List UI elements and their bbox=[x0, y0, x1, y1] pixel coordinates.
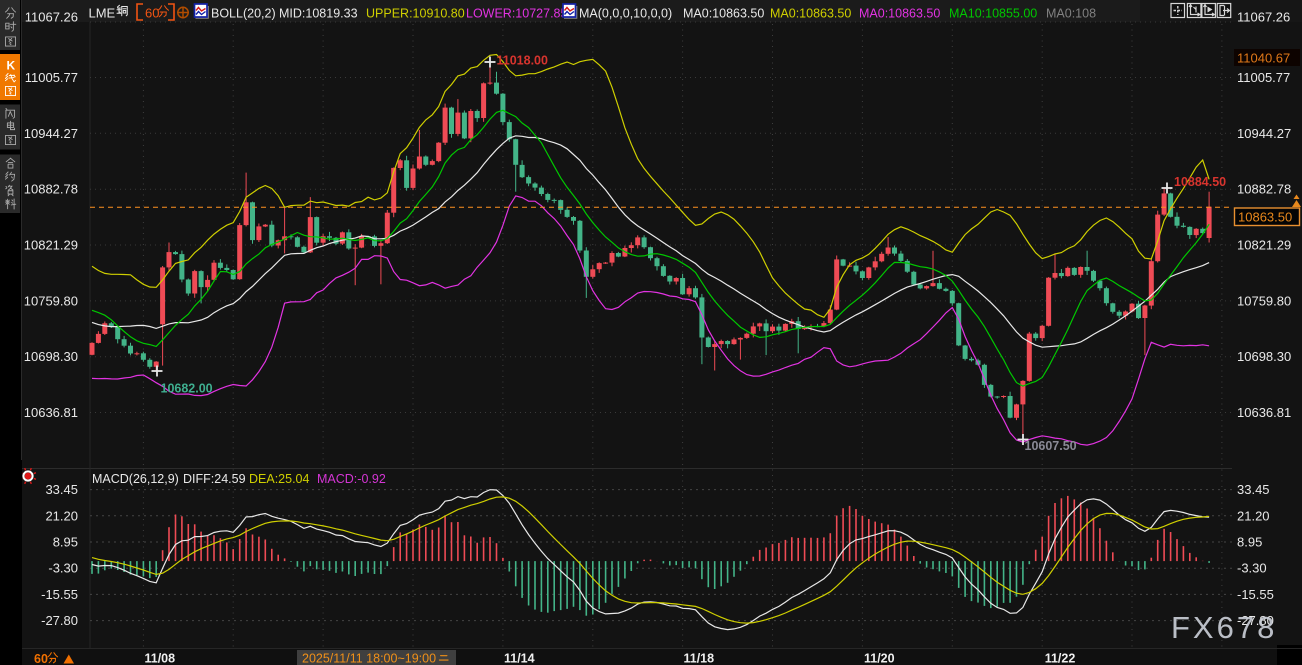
svg-text:11018.00: 11018.00 bbox=[497, 54, 548, 68]
svg-text:10636.81: 10636.81 bbox=[24, 405, 78, 420]
svg-text:10698.30: 10698.30 bbox=[24, 349, 78, 364]
svg-text:10863.50: 10863.50 bbox=[1238, 210, 1292, 225]
svg-text:MA0:108: MA0:108 bbox=[1046, 7, 1096, 21]
svg-text:10636.81: 10636.81 bbox=[1237, 405, 1291, 420]
svg-text:FX678: FX678 bbox=[1171, 610, 1277, 645]
svg-text:K: K bbox=[6, 59, 15, 73]
svg-text:LME: LME bbox=[89, 6, 116, 21]
svg-text:DEA:25.04: DEA:25.04 bbox=[249, 472, 310, 486]
svg-text:MID:10819.33: MID:10819.33 bbox=[279, 7, 358, 21]
svg-text:21.20: 21.20 bbox=[45, 508, 78, 523]
svg-text:10944.27: 10944.27 bbox=[24, 126, 78, 141]
svg-text:10682.00: 10682.00 bbox=[161, 382, 213, 396]
svg-text:-15.55: -15.55 bbox=[41, 587, 78, 602]
svg-text:10882.78: 10882.78 bbox=[24, 182, 78, 197]
svg-text:UPPER:10910.80: UPPER:10910.80 bbox=[366, 7, 465, 21]
svg-text:10884.50: 10884.50 bbox=[1174, 175, 1226, 189]
svg-text:MA0:10863.50: MA0:10863.50 bbox=[683, 7, 764, 21]
svg-text:MACD:-0.92: MACD:-0.92 bbox=[317, 472, 386, 486]
svg-text:11/20: 11/20 bbox=[864, 652, 895, 665]
svg-text:11/08: 11/08 bbox=[145, 652, 176, 665]
svg-text:11005.77: 11005.77 bbox=[25, 70, 78, 85]
svg-text:10882.78: 10882.78 bbox=[1237, 182, 1291, 197]
svg-text:-15.55: -15.55 bbox=[1237, 587, 1274, 602]
svg-text:MA10:10855.00: MA10:10855.00 bbox=[949, 7, 1037, 21]
svg-text:10607.50: 10607.50 bbox=[1025, 439, 1077, 453]
svg-text:11/14: 11/14 bbox=[504, 652, 535, 665]
svg-text:11/18: 11/18 bbox=[684, 652, 715, 665]
svg-text:-27.80: -27.80 bbox=[41, 613, 78, 628]
svg-text:MACD(26,12,9): MACD(26,12,9) bbox=[92, 472, 179, 486]
svg-text:10759.80: 10759.80 bbox=[24, 293, 78, 308]
svg-text:MA0:10863.50: MA0:10863.50 bbox=[770, 7, 851, 21]
svg-text:33.45: 33.45 bbox=[45, 482, 78, 497]
svg-text:8.95: 8.95 bbox=[53, 535, 78, 550]
svg-text:MA0:10863.50: MA0:10863.50 bbox=[859, 7, 940, 21]
svg-text:33.45: 33.45 bbox=[1237, 482, 1270, 497]
svg-text:11067.26: 11067.26 bbox=[1237, 10, 1290, 25]
svg-text:11067.26: 11067.26 bbox=[25, 10, 78, 25]
svg-text:MA(0,0,0,10,0,0): MA(0,0,0,10,0,0) bbox=[579, 7, 672, 21]
svg-text:8.95: 8.95 bbox=[1237, 535, 1262, 550]
svg-text:11005.77: 11005.77 bbox=[1237, 70, 1290, 85]
svg-text:10821.29: 10821.29 bbox=[24, 238, 78, 253]
svg-text:10698.30: 10698.30 bbox=[1237, 349, 1291, 364]
svg-text:21.20: 21.20 bbox=[1237, 508, 1270, 523]
svg-text:LOWER:10727.85: LOWER:10727.85 bbox=[466, 7, 567, 21]
svg-text:-3.30: -3.30 bbox=[1237, 561, 1267, 576]
svg-text:11040.67: 11040.67 bbox=[1237, 51, 1290, 66]
svg-text:BOLL(20,2): BOLL(20,2) bbox=[211, 7, 276, 21]
svg-text:DIFF:24.59: DIFF:24.59 bbox=[183, 472, 246, 486]
svg-text:60: 60 bbox=[145, 6, 159, 21]
svg-text:-3.30: -3.30 bbox=[48, 561, 78, 576]
svg-text:10821.29: 10821.29 bbox=[1237, 238, 1291, 253]
svg-text:2025/11/11 18:00~19:00: 2025/11/11 18:00~19:00 bbox=[302, 652, 436, 665]
svg-text:60: 60 bbox=[34, 652, 48, 665]
svg-text:10944.27: 10944.27 bbox=[1237, 126, 1291, 141]
svg-text:10759.80: 10759.80 bbox=[1237, 293, 1291, 308]
svg-text:11/22: 11/22 bbox=[1045, 652, 1076, 665]
